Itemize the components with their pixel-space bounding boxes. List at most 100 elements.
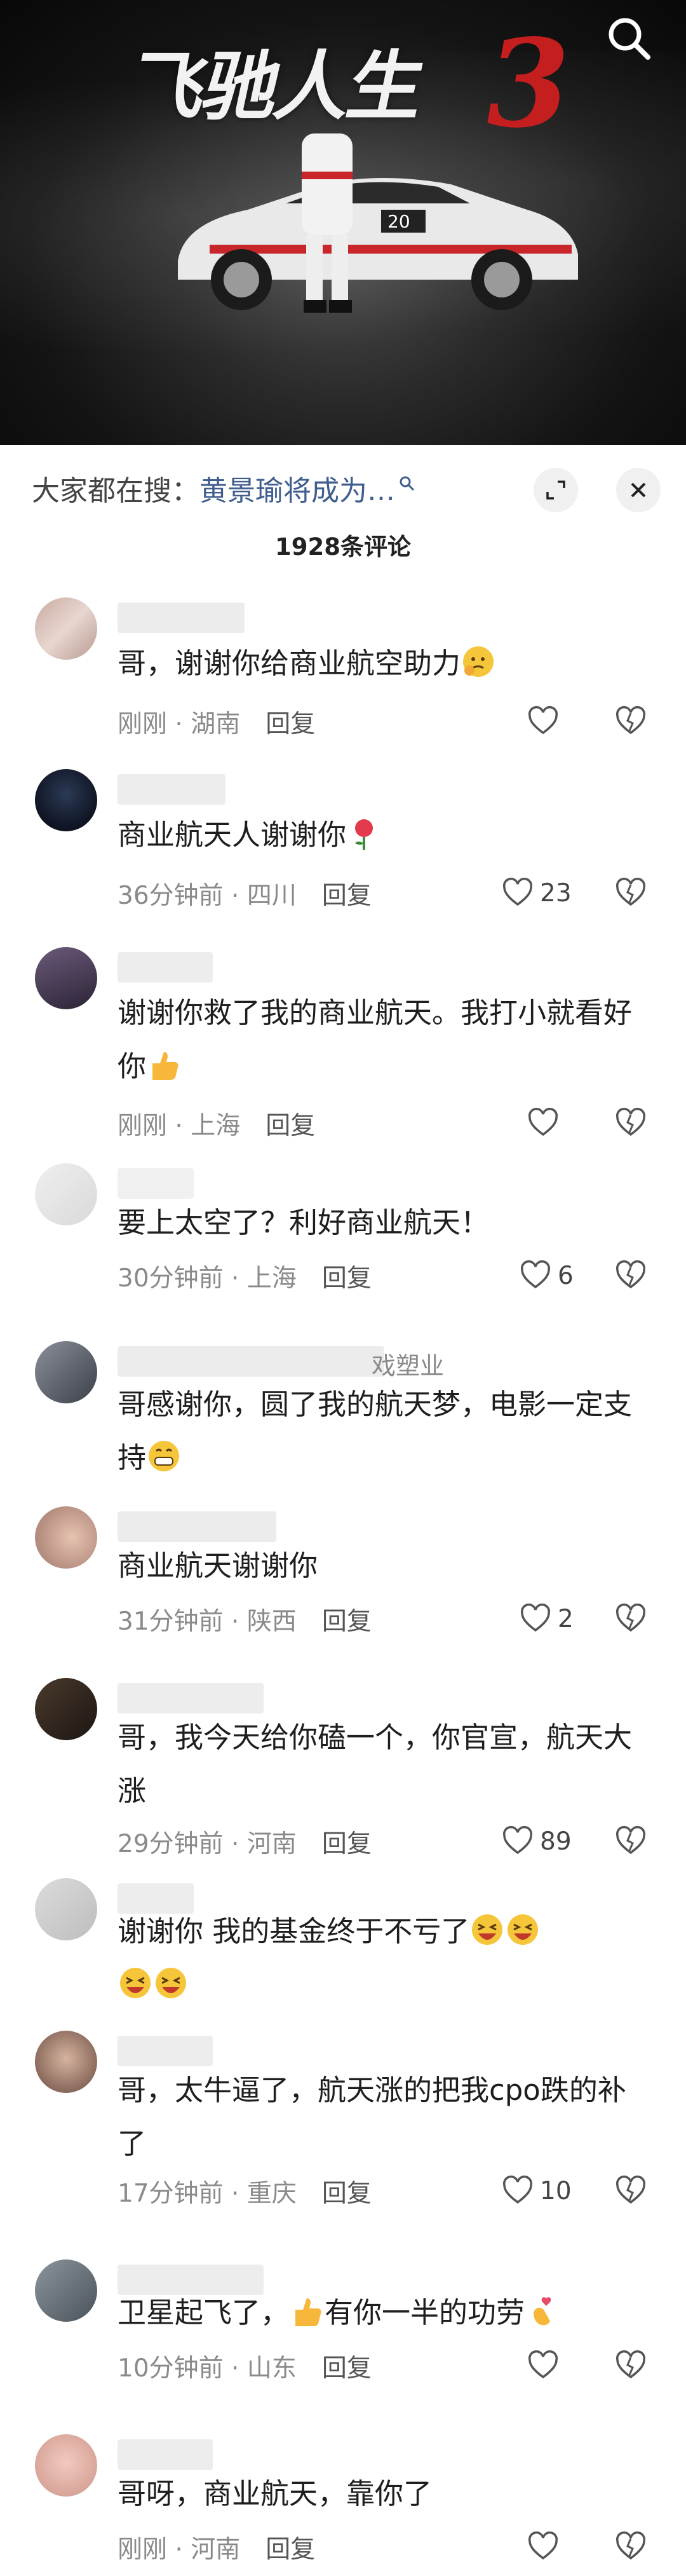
comment-item: 哥，谢谢你给商业航空助力 刚刚 · 湖南 回复 [0,597,686,756]
poster-title: 飞驰人生 3 [123,13,591,154]
laughing-face-emoji-icon [508,1914,539,1945]
username-blurred[interactable] [118,1511,276,1542]
reply-button[interactable]: 回复 [266,710,315,739]
comment-text: 谢谢你救了我的商业航天。我打小就看好你 [118,996,633,1083]
reply-button[interactable]: 回复 [266,1112,315,1140]
car-number: 20 [387,211,410,232]
username-partial: 戏塑业 [372,1352,445,1380]
username-blurred[interactable] [118,952,213,983]
dislike-heart-icon[interactable] [615,705,647,737]
comment-time: 29分钟前 [118,1830,224,1858]
reply-button[interactable]: 回复 [322,2179,372,2208]
avatar[interactable] [35,2031,97,2093]
comment-item: 谢谢你救了我的商业航天。我打小就看好你 刚刚 · 上海 回复 [0,947,686,1157]
reply-button[interactable]: 回复 [266,2535,315,2564]
reply-button[interactable]: 回复 [322,1830,372,1858]
race-car-with-driver-image: 20 [178,133,578,313]
comment-time: 31分钟前 [118,1607,224,1636]
comment-meta: 刚刚 · 湖南 回复 [118,710,316,739]
like-button[interactable]: 2 [520,1602,574,1636]
comment-time: 17分钟前 [118,2179,224,2208]
avatar[interactable] [35,597,97,660]
comment-item: 哥呀，商业航天，靠你了 刚刚 · 河南 回复 [0,2434,686,2576]
like-button[interactable] [527,2348,565,2383]
username-blurred[interactable] [118,2036,213,2066]
like-count: 23 [540,878,572,908]
comment-text: 哥，谢谢你给商业航空助力 [118,637,651,690]
comment-location: 陕西 [246,1607,297,1636]
avatar[interactable] [35,769,97,831]
comment-item: 商业航天谢谢你 31分钟前 · 陕西 回复 2 [0,1506,686,1659]
suggestion-term[interactable]: 黄景瑜将成为… [199,468,395,508]
username-blurred[interactable] [118,774,225,805]
comment-location: 山东 [246,2354,297,2383]
comment-text: 要上太空了？利好商业航天！ [118,1206,490,1239]
comment-location: 四川 [246,882,297,910]
dislike-heart-icon[interactable] [615,1603,647,1635]
grinning-face-emoji-icon [149,1441,180,1471]
dislike-heart-icon[interactable] [615,2175,647,2207]
like-heart-icon [528,706,558,735]
suggestion-prefix: 大家都在搜： [32,475,199,507]
thumbs-up-emoji-icon [152,1052,178,1080]
avatar[interactable] [35,947,97,1009]
dislike-heart-icon[interactable] [615,1260,647,1291]
comment-item: 商业航天人谢谢你 36分钟前 · 四川 回复 23 [0,769,686,934]
like-heart-icon [502,2176,533,2204]
video-player[interactable]: 飞驰人生 3 20 [0,0,686,445]
avatar[interactable] [35,2259,97,2322]
username-blurred[interactable] [118,1683,264,1714]
like-button[interactable]: 89 [502,1824,572,1858]
close-button[interactable] [616,468,661,512]
avatar[interactable] [35,2434,97,2497]
avatar[interactable] [35,1878,97,1940]
expand-button[interactable] [534,468,578,512]
dislike-heart-icon[interactable] [615,2350,647,2382]
comment-sheet: 大家都在搜： 黄景瑜将成为… 1928条评论 哥，谢谢你给商业航空助力 刚刚 ·… [0,445,686,2576]
comment-location: 河南 [246,1830,297,1858]
search-suggestion[interactable]: 大家都在搜： 黄景瑜将成为… [32,469,415,507]
username-blurred[interactable] [118,603,245,633]
comment-meta: 10分钟前 · 山东 回复 [118,2354,372,2383]
thinking-face-emoji-icon [463,646,494,677]
avatar[interactable] [35,1678,97,1740]
like-button[interactable] [527,704,565,739]
reply-button[interactable]: 回复 [322,1607,372,1636]
reply-button[interactable]: 回复 [322,1264,372,1293]
avatar[interactable] [35,1506,97,1569]
like-button[interactable] [527,1106,565,1140]
like-heart-icon [502,1826,533,1855]
like-count: 89 [540,1827,572,1856]
avatar[interactable] [35,1163,97,1225]
comment-text: 哥，我今天给你磕一个，你官宣，航天大涨 [118,1721,633,1808]
comment-location: 上海 [191,1112,241,1140]
dislike-heart-icon[interactable] [615,1825,647,1857]
like-count: 2 [558,1604,574,1633]
comment-meta: 36分钟前 · 四川 回复 [118,882,372,910]
poster-title-text: 飞驰人生 [123,42,431,130]
suggest-search-icon [400,476,415,491]
dislike-heart-icon[interactable] [615,2531,647,2563]
reply-button[interactable]: 回复 [322,2354,372,2383]
comment-location: 湖南 [191,710,241,739]
comment-item: 哥，我今天给你磕一个，你官宣，航天大涨 29分钟前 · 河南 回复 89 [0,1678,686,1862]
like-button[interactable]: 10 [502,2174,572,2208]
username-blurred[interactable] [118,2439,213,2470]
search-button[interactable] [603,13,654,64]
comment-meta: 30分钟前 · 上海 回复 [118,1264,372,1293]
like-count: 10 [540,2176,572,2205]
comment-location: 上海 [246,1264,297,1293]
reply-button[interactable]: 回复 [322,882,372,910]
comment-time: 刚刚 [118,710,168,739]
dislike-heart-icon[interactable] [615,1107,647,1139]
comment-text: 卫星起飞了， 有你一半的功劳 [118,2286,651,2340]
like-button[interactable] [527,2530,565,2564]
like-heart-icon [502,878,533,906]
like-button[interactable]: 23 [502,876,572,910]
username-blurred[interactable] [118,1346,384,1377]
username-blurred[interactable] [118,1168,194,1199]
dislike-heart-icon[interactable] [615,877,647,909]
like-button[interactable]: 6 [520,1258,574,1293]
comment-time: 刚刚 [118,1112,168,1140]
avatar[interactable] [35,1341,97,1403]
